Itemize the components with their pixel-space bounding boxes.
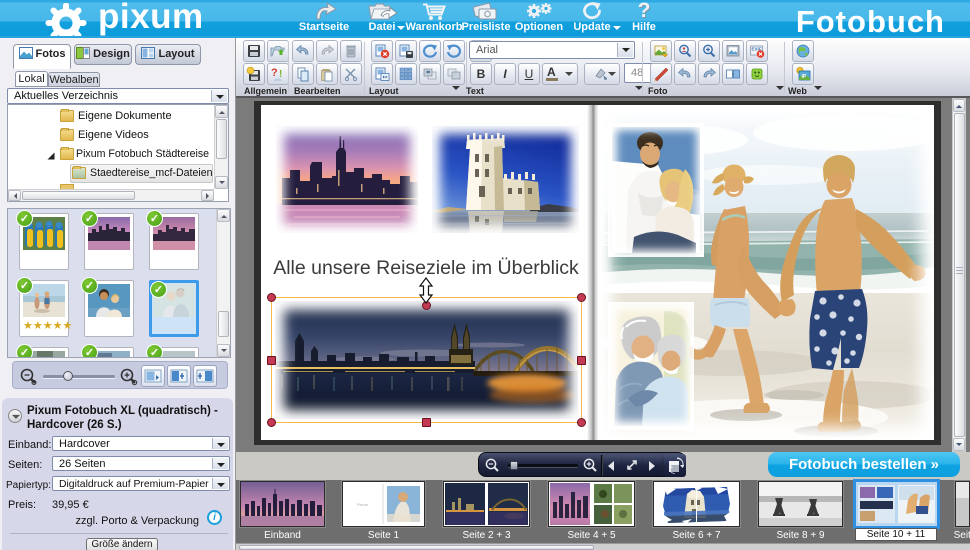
- svg-text:IP: IP: [802, 74, 807, 80]
- svg-text:!: !: [279, 69, 282, 80]
- svg-text:Pixum: Pixum: [357, 502, 369, 507]
